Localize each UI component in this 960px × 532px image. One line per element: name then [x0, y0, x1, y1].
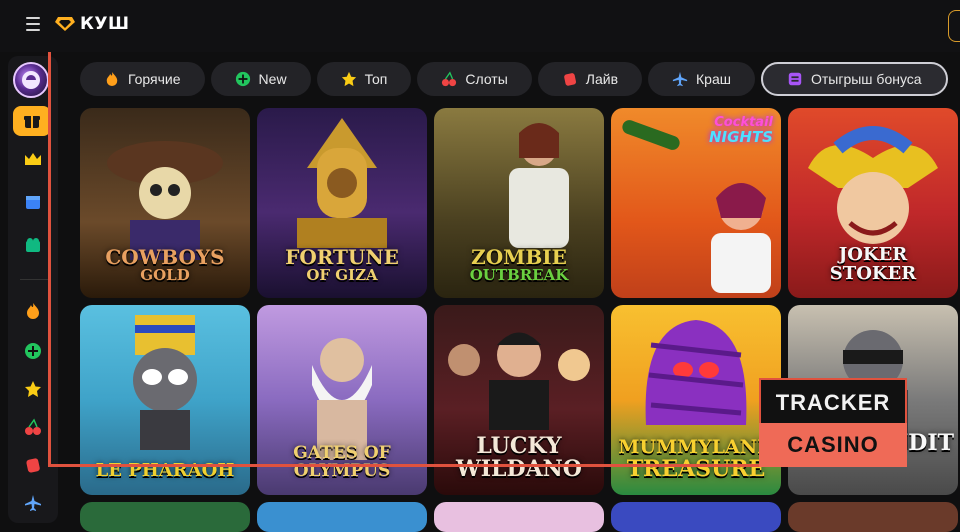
- plus-circle-icon: [235, 71, 251, 87]
- cards-icon: [562, 71, 578, 87]
- game-card[interactable]: [257, 502, 427, 532]
- tab-hot[interactable]: Горячие: [80, 62, 205, 96]
- sidebar-divider: [20, 279, 48, 280]
- bonus-icon: [787, 71, 803, 87]
- game-card[interactable]: FORTUNE OF GIZA: [257, 108, 427, 298]
- game-subtitle: TREASURE: [626, 455, 766, 482]
- tab-top[interactable]: Топ: [316, 62, 412, 96]
- top-bar: КУШ: [0, 0, 960, 52]
- calendar-icon[interactable]: [20, 189, 46, 215]
- fire-icon[interactable]: [20, 298, 46, 324]
- game-subtitle: WILDANO: [456, 455, 582, 482]
- game-card[interactable]: [611, 502, 781, 532]
- tab-live[interactable]: Лайв: [537, 62, 643, 96]
- tab-label: Слоты: [465, 71, 508, 87]
- watermark-line-1: TRACKER: [759, 378, 907, 423]
- tab-label: Краш: [696, 71, 731, 87]
- tracker-casino-watermark: TRACKER CASINO: [759, 378, 907, 467]
- tab-label: Топ: [364, 71, 388, 87]
- game-card[interactable]: [788, 502, 958, 532]
- game-title: JOKER STOKER: [829, 244, 917, 285]
- game-title: MUMMYLAND: [618, 435, 774, 458]
- game-subtitle: OUTBREAK: [469, 266, 569, 285]
- diamond-logo-icon: [55, 17, 75, 31]
- game-card[interactable]: Cocktail NIGHTS: [611, 108, 781, 298]
- cards-icon[interactable]: [20, 452, 46, 478]
- tab-label: Отыгрыш бонуса: [810, 71, 922, 87]
- game-card[interactable]: ZOMBIE OUTBREAK: [434, 108, 604, 298]
- plus-circle-icon[interactable]: [20, 338, 46, 364]
- frame-line-vertical: [48, 52, 51, 467]
- tab-bonus-wagering[interactable]: Отыгрыш бонуса: [760, 62, 948, 96]
- tab-crash[interactable]: Краш: [648, 62, 755, 96]
- game-subtitle: OF GIZA: [306, 266, 378, 285]
- game-subtitle: NIGHTS: [708, 127, 773, 146]
- game-card[interactable]: [80, 502, 250, 532]
- game-title: GATES OF OLYMPUS: [293, 443, 391, 482]
- logo[interactable]: КУШ: [54, 14, 130, 34]
- watermark-line-2: CASINO: [759, 423, 907, 467]
- star-icon: [341, 71, 357, 87]
- plane-icon[interactable]: [20, 490, 46, 516]
- category-tabs: Горячие New Топ Слоты Лайв Краш Отыгрыш …: [80, 62, 948, 96]
- star-icon[interactable]: [20, 376, 46, 402]
- game-title: LUCKY: [476, 432, 562, 459]
- tournament-icon[interactable]: [20, 233, 46, 259]
- plane-icon: [672, 71, 688, 87]
- game-card[interactable]: [434, 502, 604, 532]
- profile-button[interactable]: [948, 10, 960, 42]
- cherry-icon: [441, 71, 457, 87]
- avatar[interactable]: [13, 62, 49, 98]
- game-subtitle: GOLD: [140, 266, 190, 285]
- tab-label: New: [258, 71, 287, 87]
- tab-label: Лайв: [585, 71, 619, 87]
- menu-icon[interactable]: [26, 17, 40, 31]
- tab-new[interactable]: New: [210, 62, 311, 96]
- cherry-icon[interactable]: [20, 414, 46, 440]
- game-card[interactable]: JOKER STOKER: [788, 108, 958, 298]
- fire-icon: [104, 71, 120, 87]
- crown-icon[interactable]: [20, 146, 46, 172]
- game-card[interactable]: COWBOYS GOLD: [80, 108, 250, 298]
- tab-label: Горячие: [128, 71, 181, 87]
- gift-icon[interactable]: [13, 106, 51, 136]
- logo-text: КУШ: [80, 14, 130, 34]
- tab-slots[interactable]: Слоты: [417, 62, 532, 96]
- frame-line-horizontal: [48, 464, 760, 467]
